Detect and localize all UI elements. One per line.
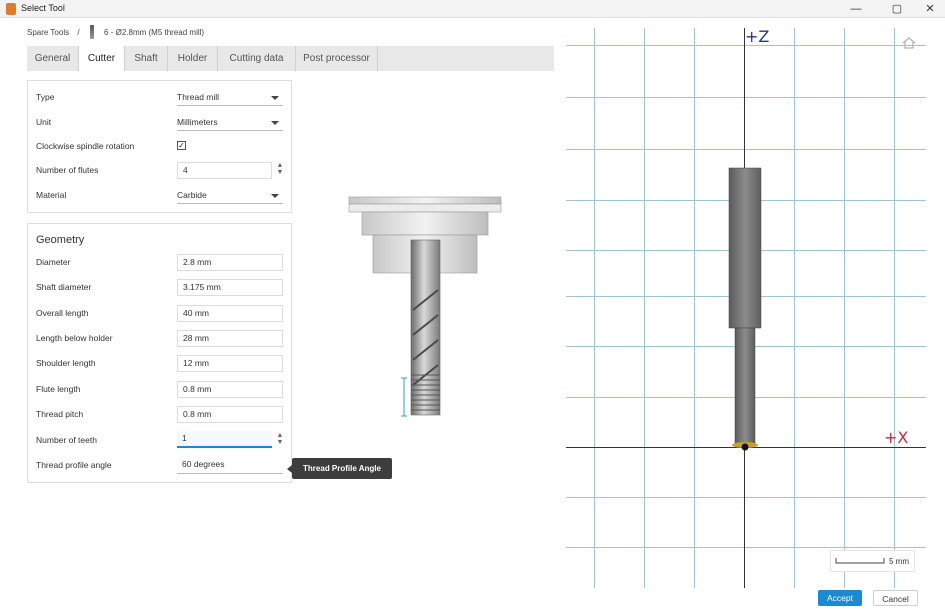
chevron-down-icon <box>271 194 279 198</box>
tool-preview <box>348 196 502 417</box>
grid-line <box>794 28 795 588</box>
geometry-panel: Geometry Diameter 2.8 mm Shaft diameter … <box>27 223 292 483</box>
grid-line <box>694 28 695 588</box>
cutter-panel: Type Thread mill Unit Millimeters Clockw… <box>27 80 292 213</box>
tooltip: Thread Profile Angle <box>287 458 392 479</box>
shoulder-length-label: Shoulder length <box>36 358 96 368</box>
tab-cutter[interactable]: Cutter <box>79 46 125 71</box>
chevron-down-icon <box>271 96 279 100</box>
thread-profile-angle-input[interactable]: 60 degrees <box>177 457 283 474</box>
grid-line <box>894 28 895 588</box>
cw-rotation-checkbox[interactable]: ✓ <box>177 141 186 150</box>
material-value: Carbide <box>177 190 207 200</box>
minimize-button[interactable]: — <box>842 1 870 17</box>
diameter-input[interactable]: 2.8 mm <box>177 254 283 271</box>
type-select[interactable]: Thread mill <box>177 90 283 106</box>
tab-bar: General Cutter Shaft Holder Cutting data… <box>27 46 554 71</box>
cw-rotation-label: Clockwise spindle rotation <box>36 141 135 151</box>
tool-icon <box>89 25 94 39</box>
grid-line <box>566 97 926 98</box>
flute-length-label: Flute length <box>36 384 81 394</box>
shaft-diameter-input[interactable]: 3.175 mm <box>177 279 283 296</box>
diameter-label: Diameter <box>36 257 71 267</box>
cancel-button[interactable]: Cancel <box>873 590 918 606</box>
close-button[interactable]: ✕ <box>916 1 944 17</box>
number-of-teeth-label: Number of teeth <box>36 435 97 445</box>
flute-length-input[interactable]: 0.8 mm <box>177 381 283 398</box>
overall-length-label: Overall length <box>36 308 89 318</box>
geometry-title: Geometry <box>36 234 85 246</box>
tab-post-processor[interactable]: Post processor <box>296 46 378 71</box>
window-title: Select Tool <box>21 3 65 13</box>
tab-general[interactable]: General <box>27 46 79 71</box>
grid-line <box>594 28 595 588</box>
breadcrumb-current: 6 - Ø2.8mm (M5 thread mill) <box>104 27 205 37</box>
home-view-icon[interactable] <box>901 36 917 50</box>
type-value: Thread mill <box>177 92 220 102</box>
tab-cutting-data[interactable]: Cutting data <box>218 46 296 71</box>
grid-line <box>566 149 926 150</box>
flutes-stepper[interactable]: ▲ ▼ <box>276 162 284 176</box>
scale-label: 5 mm <box>889 557 909 566</box>
length-below-holder-input[interactable]: 28 mm <box>177 330 283 347</box>
unit-label: Unit <box>36 117 52 127</box>
material-select[interactable]: Carbide <box>177 188 283 204</box>
chevron-down-icon <box>271 121 279 125</box>
breadcrumb: Spare Tools / 6 - Ø2.8mm (M5 thread mill… <box>27 25 204 39</box>
number-of-teeth-input[interactable]: 1 <box>177 431 272 448</box>
x-axis-label: +X <box>884 428 909 447</box>
flute-length-dimension <box>401 377 407 417</box>
grid-line <box>844 28 845 588</box>
overall-length-input[interactable]: 40 mm <box>177 305 283 322</box>
unit-select[interactable]: Millimeters <box>177 115 283 131</box>
shoulder-length-input[interactable]: 12 mm <box>177 355 283 372</box>
flutes-input[interactable]: 4 <box>177 162 272 179</box>
title-bar: Select Tool — ▢ ✕ <box>0 0 945 18</box>
breadcrumb-separator: / <box>77 27 80 37</box>
unit-value: Millimeters <box>177 117 218 127</box>
tab-holder[interactable]: Holder <box>168 46 218 71</box>
grid-line <box>566 547 926 548</box>
flutes-label: Number of flutes <box>36 165 99 175</box>
scale-bar <box>835 558 885 564</box>
type-label: Type <box>36 92 55 102</box>
thread-pitch-label: Thread pitch <box>36 409 84 419</box>
tool-viewport[interactable] <box>566 28 926 588</box>
breadcrumb-root[interactable]: Spare Tools <box>27 28 69 37</box>
maximize-button[interactable]: ▢ <box>883 1 911 17</box>
accept-button[interactable]: Accept <box>818 590 862 606</box>
teeth-stepper[interactable]: ▲ ▼ <box>276 432 284 446</box>
scale-indicator: 5 mm <box>830 550 915 572</box>
grid-line <box>566 497 926 498</box>
cutter-shape <box>410 239 441 416</box>
app-icon <box>6 3 16 15</box>
thread-pitch-input[interactable]: 0.8 mm <box>177 406 283 423</box>
shaft-diameter-label: Shaft diameter <box>36 282 92 292</box>
grid-line <box>644 28 645 588</box>
material-label: Material <box>36 190 67 200</box>
length-below-holder-label: Length below holder <box>36 333 113 343</box>
tool-3d-model <box>728 167 762 451</box>
thread-profile-angle-label: Thread profile angle <box>36 460 112 470</box>
z-axis-label: +Z <box>745 27 770 46</box>
tab-shaft[interactable]: Shaft <box>125 46 168 71</box>
